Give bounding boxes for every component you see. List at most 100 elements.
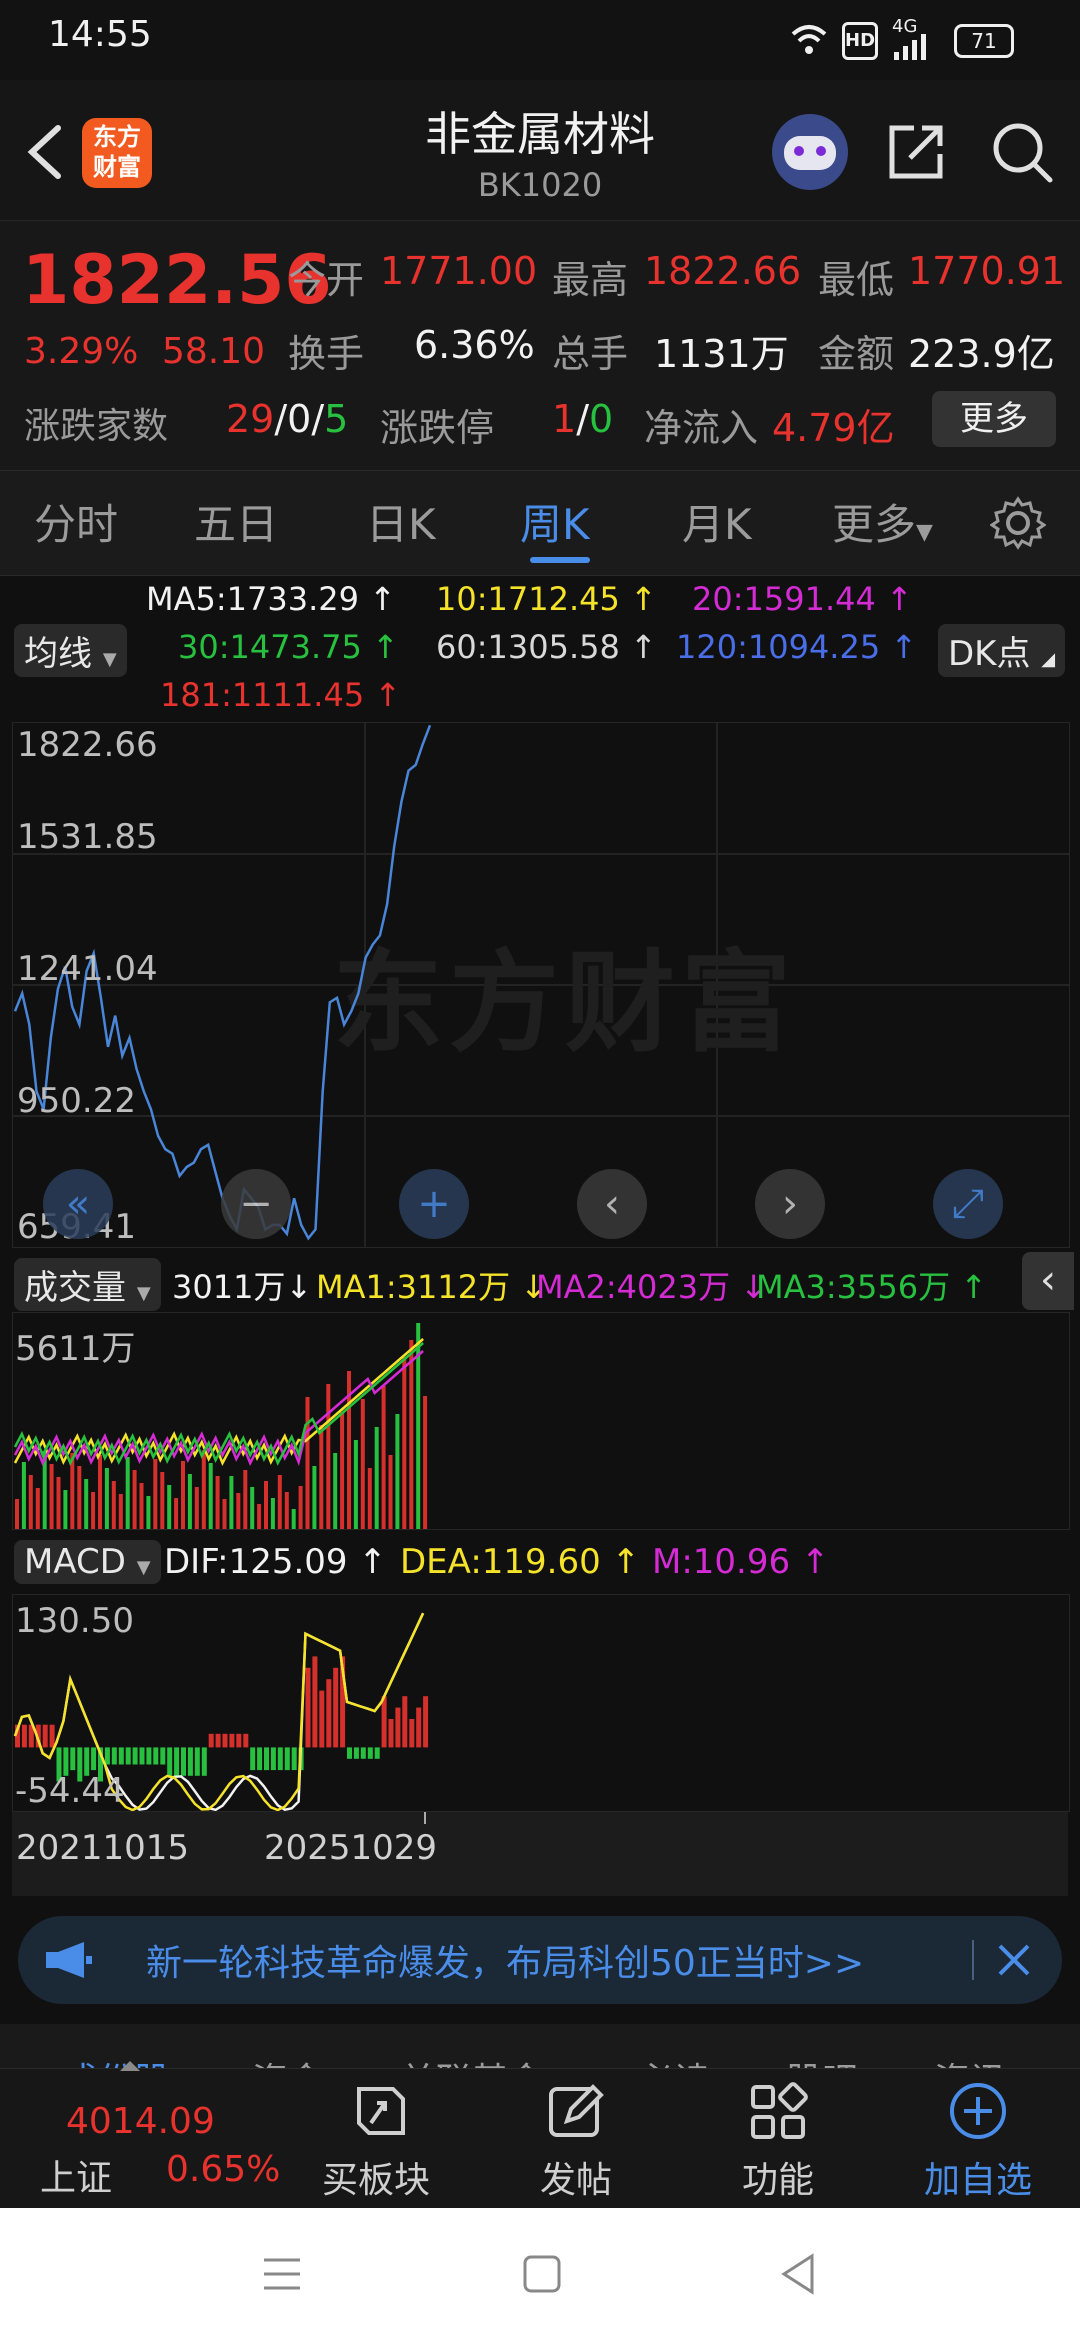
caret-down-icon: ▼ (102, 649, 117, 670)
price-chart[interactable]: 东方财富 1822.66 1531.85 1241.04 950.22 659.… (12, 722, 1070, 1248)
macd-histogram-bar (111, 1747, 117, 1765)
buy-sector-button[interactable]: 买板块 (296, 2079, 456, 2203)
volume-axis-top: 5611万 (15, 1329, 136, 1369)
search-icon[interactable] (990, 120, 1054, 184)
post-button[interactable]: 发帖 (496, 2079, 656, 2203)
caret-down-icon: ▼ (136, 1283, 151, 1304)
index-ticker[interactable]: 4014.09 上证 0.65% (0, 2069, 300, 2209)
macd-indicator-dropdown[interactable]: MACD ▼ (14, 1540, 161, 1584)
tab-more[interactable]: 更多▼ (832, 491, 933, 552)
zoom-out-icon[interactable]: − (221, 1169, 291, 1239)
macd-histogram-bar (70, 1747, 76, 1771)
back-arrow-icon[interactable] (24, 122, 64, 182)
macd-histogram-bar (277, 1747, 283, 1771)
volume-chart[interactable]: 5611万 (12, 1312, 1070, 1530)
promo-banner[interactable]: 新一轮科技革命爆发，布局科创50正当时>> (18, 1916, 1062, 2004)
macd-histogram-bar (104, 1747, 110, 1765)
volume-bar (194, 1487, 199, 1529)
tab-weekly-k[interactable]: 周K (520, 491, 590, 552)
volume-bar (312, 1466, 317, 1529)
scroll-left-icon[interactable]: ‹ (577, 1169, 647, 1239)
tab-monthly-k[interactable]: 月K (682, 491, 752, 552)
add-watchlist-label: 加自选 (923, 2160, 1032, 2201)
back-triangle-icon[interactable] (778, 2252, 818, 2296)
volume-bar (229, 1476, 234, 1529)
volume-bar (360, 1399, 365, 1529)
bottom-toolbar: 4014.09 上证 0.65% 买板块 发帖 功能 加自选 (0, 2061, 1080, 2209)
macd-histogram-bar (208, 1733, 214, 1748)
up-arrow-icon: ↑ (960, 1268, 988, 1306)
volume-bar (402, 1357, 407, 1529)
menu-icon[interactable] (262, 2254, 302, 2294)
volume-bar (326, 1384, 331, 1529)
ma5-text: MA5:1733.29 (146, 580, 359, 618)
ma-type-dropdown[interactable]: 均线 ▼ (14, 624, 127, 677)
settings-gear-icon[interactable] (990, 495, 1046, 551)
ma20-value: 20:1591.44 ↑ (692, 580, 913, 618)
assistant-robot-icon[interactable] (772, 114, 848, 190)
macd-histogram-bar (416, 1707, 422, 1748)
volume-legend: 成交量 ▼ 3011万↓ MA1:3112万 ↓ MA2:4023万 ↓ MA3… (0, 1250, 1080, 1311)
share-icon[interactable] (884, 120, 948, 184)
macd-histogram-bar (118, 1747, 124, 1765)
volume-indicator-label: 成交量 (24, 1268, 126, 1308)
add-watchlist-button[interactable]: 加自选 (898, 2079, 1058, 2203)
tab-five-day[interactable]: 五日 (194, 491, 278, 552)
limit-label: 涨跌停 (380, 406, 495, 450)
scroll-to-start-icon[interactable]: « (43, 1169, 113, 1239)
collapse-panel-icon[interactable]: ‹ (1022, 1252, 1074, 1310)
tab-daily-k[interactable]: 日K (366, 491, 436, 552)
macd-axis-top: 130.50 (15, 1601, 134, 1641)
macd-axis-bottom: -54.44 (15, 1771, 125, 1811)
up-arrow-icon: ↑ (630, 628, 657, 666)
volume-bar (125, 1457, 130, 1529)
volume-bar (374, 1427, 379, 1529)
tab-more-label: 更多 (832, 500, 917, 549)
fullscreen-icon[interactable]: ⤢ (933, 1169, 1003, 1239)
volume-bar (104, 1468, 109, 1529)
banner-text[interactable]: 新一轮科技革命爆发，布局科创50正当时>> (146, 1934, 864, 1986)
up-arrow-icon: ↑ (358, 1542, 387, 1582)
tab-intraday[interactable]: 分时 (34, 491, 118, 552)
volume-bar (15, 1499, 19, 1529)
ma120-text: 120:1094.25 (676, 628, 881, 666)
macd-histogram-bar (42, 1724, 48, 1748)
updown-count: 29/0/5 (226, 397, 348, 441)
close-icon[interactable] (994, 1940, 1034, 1980)
low-label: 最低 (818, 258, 895, 302)
volume-bar (56, 1477, 61, 1529)
date-start: 20211015 (16, 1828, 190, 1868)
functions-button[interactable]: 功能 (698, 2079, 858, 2203)
volume-indicator-dropdown[interactable]: 成交量 ▼ (14, 1258, 161, 1311)
volume-ma1: MA1:3112万 ↓ (316, 1262, 547, 1308)
volume-bar (118, 1494, 123, 1529)
app-logo: 东方财富 (82, 118, 152, 188)
volume-bar (28, 1475, 33, 1529)
volume-bar (187, 1474, 192, 1529)
status-bar: 14:55 HD 4G 71 (0, 0, 1080, 80)
ma30-text: 30:1473.75 (178, 628, 362, 666)
macd-histogram-bar (312, 1656, 318, 1748)
scroll-right-icon[interactable]: › (755, 1169, 825, 1239)
volume-label: 总手 (552, 332, 629, 376)
macd-chart[interactable]: 130.50 -54.44 (12, 1594, 1070, 1812)
board-code: BK1020 (477, 166, 603, 204)
macd-histogram-bar (215, 1733, 221, 1748)
ma60-text: 60:1305.58 (436, 628, 620, 666)
ma-legend: MA5:1733.29 ↑ 10:1712.45 ↑ 20:1591.44 ↑ … (0, 576, 1080, 716)
quote-panel: 1822.56 3.29% 58.10 今开 1771.00 最高 1822.6… (0, 220, 1080, 471)
more-button[interactable]: 更多 (932, 391, 1056, 447)
turnover-label: 换手 (288, 332, 365, 376)
volume-bar (305, 1397, 310, 1529)
volume-bar (49, 1464, 54, 1529)
dk-point-button[interactable]: DK点 ◢ (938, 624, 1066, 677)
down-count: 5 (324, 397, 349, 441)
limit-down: 0 (589, 397, 614, 441)
zoom-in-icon[interactable]: + (399, 1169, 469, 1239)
home-square-icon[interactable] (522, 2254, 562, 2294)
up-arrow-icon: ↑ (372, 628, 399, 666)
volume-ma2: MA2:4023万 ↓ (536, 1262, 767, 1308)
sep-3: / (576, 397, 589, 441)
banner-divider (972, 1940, 974, 1980)
macd-histogram-bar (160, 1747, 166, 1765)
